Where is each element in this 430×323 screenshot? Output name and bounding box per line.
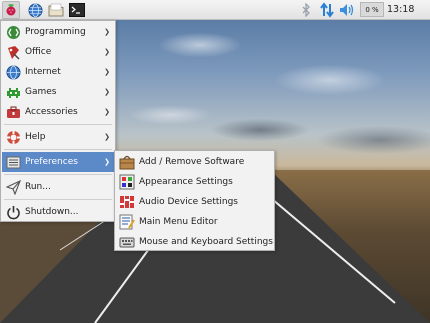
submenu-item-label: Main Menu Editor: [139, 217, 218, 227]
menu-item-label: Preferences: [25, 157, 78, 167]
programming-icon: [5, 24, 21, 40]
office-icon: [5, 44, 21, 60]
audio-device-icon: [119, 194, 135, 210]
taskbar: 0 % 13:18: [0, 0, 430, 20]
shutdown-icon: [5, 204, 21, 220]
menu-item-label: Internet: [25, 67, 61, 77]
submenu-item-appearance-settings[interactable]: Appearance Settings: [116, 172, 273, 192]
submenu-item-mouse-keyboard-settings[interactable]: Mouse and Keyboard Settings: [116, 232, 273, 252]
chevron-right-icon: ❯: [104, 158, 110, 166]
menu-item-label: Games: [25, 87, 57, 97]
chevron-right-icon: ❯: [104, 133, 110, 141]
submenu-item-main-menu-editor[interactable]: Main Menu Editor: [116, 212, 273, 232]
menu-item-label: Help: [25, 132, 46, 142]
menu-item-games[interactable]: Games ❯: [2, 82, 114, 102]
chevron-right-icon: ❯: [104, 108, 110, 116]
application-menu: Programming ❯ Office ❯ Internet ❯ Games …: [0, 20, 116, 222]
keyboard-icon: [119, 234, 135, 250]
terminal-launcher[interactable]: [68, 1, 86, 19]
menu-item-preferences[interactable]: Preferences ❯: [2, 152, 114, 172]
menu-editor-icon: [119, 214, 135, 230]
file-manager-launcher[interactable]: [47, 1, 65, 19]
menu-item-accessories[interactable]: Accessories ❯: [2, 102, 114, 122]
menu-item-run[interactable]: Run...: [2, 177, 114, 197]
clock[interactable]: 13:18: [387, 0, 414, 20]
raspberry-icon: [6, 4, 16, 16]
accessories-icon: [5, 104, 21, 120]
raspberry-menu-button[interactable]: [2, 1, 20, 19]
menu-item-programming[interactable]: Programming ❯: [2, 22, 114, 42]
cpu-usage-monitor[interactable]: 0 %: [360, 2, 384, 17]
submenu-item-audio-device-settings[interactable]: Audio Device Settings: [116, 192, 273, 212]
menu-separator: [4, 124, 112, 125]
submenu-item-add-remove-software[interactable]: Add / Remove Software: [116, 152, 273, 172]
run-icon: [5, 179, 21, 195]
volume-icon[interactable]: [339, 3, 355, 17]
menu-item-label: Office: [25, 47, 52, 57]
cpu-usage-label: 0 %: [365, 5, 379, 14]
network-arrows-icon[interactable]: [319, 2, 335, 18]
submenu-item-label: Mouse and Keyboard Settings: [139, 237, 273, 247]
menu-item-label: Accessories: [25, 107, 78, 117]
submenu-item-label: Audio Device Settings: [139, 197, 238, 207]
menu-item-help[interactable]: Help ❯: [2, 127, 114, 147]
menu-item-office[interactable]: Office ❯: [2, 42, 114, 62]
menu-separator: [4, 199, 112, 200]
preferences-icon: [5, 154, 21, 170]
web-browser-icon: [28, 3, 42, 17]
submenu-item-label: Appearance Settings: [139, 177, 233, 187]
appearance-icon: [119, 174, 135, 190]
menu-separator: [4, 149, 112, 150]
menu-item-label: Programming: [25, 27, 86, 37]
chevron-right-icon: ❯: [104, 88, 110, 96]
internet-icon: [5, 64, 21, 80]
software-package-icon: [119, 154, 135, 170]
help-icon: [5, 129, 21, 145]
menu-separator: [4, 174, 112, 175]
chevron-right-icon: ❯: [104, 48, 110, 56]
terminal-icon: [69, 3, 85, 17]
chevron-right-icon: ❯: [104, 28, 110, 36]
menu-item-label: Shutdown...: [25, 207, 79, 217]
menu-item-shutdown[interactable]: Shutdown...: [2, 202, 114, 222]
chevron-right-icon: ❯: [104, 68, 110, 76]
preferences-submenu: Add / Remove Software Appearance Setting…: [114, 150, 275, 251]
submenu-item-label: Add / Remove Software: [139, 157, 245, 167]
file-manager-icon: [48, 3, 64, 17]
games-icon: [5, 84, 21, 100]
menu-item-internet[interactable]: Internet ❯: [2, 62, 114, 82]
web-browser-launcher[interactable]: [26, 1, 44, 19]
menu-item-label: Run...: [25, 182, 51, 192]
bluetooth-icon[interactable]: [301, 3, 311, 17]
